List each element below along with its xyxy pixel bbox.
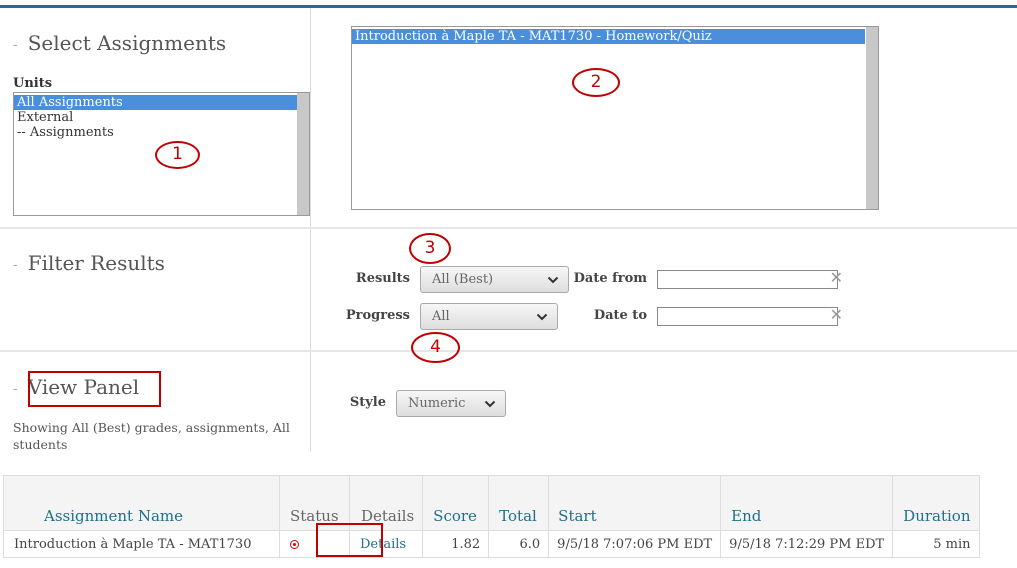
cell-start: 9/5/18 7:07:06 PM EDT — [548, 530, 722, 558]
results-select[interactable]: All (Best) — [420, 266, 569, 293]
status-icon — [290, 539, 299, 549]
table-row: Introduction à Maple TA - MAT1730 Detail… — [3, 530, 980, 558]
cell-score: 1.82 — [422, 530, 490, 558]
collapse-dash-icon: - — [13, 256, 18, 273]
view-panel-highlight — [28, 371, 161, 407]
assignments-scrollbar[interactable] — [866, 27, 878, 209]
col-end[interactable]: End — [720, 475, 894, 531]
column-divider — [310, 8, 311, 230]
section-divider — [0, 227, 1017, 229]
chevron-down-icon — [536, 313, 548, 320]
col-total[interactable]: Total — [488, 475, 550, 531]
progress-select-value: All — [432, 309, 450, 324]
col-start[interactable]: Start — [548, 475, 722, 531]
units-option[interactable]: All Assignments — [14, 95, 297, 110]
column-divider — [310, 352, 311, 452]
units-option[interactable]: -- Assignments — [14, 125, 309, 140]
collapse-dash-icon: - — [13, 36, 18, 53]
assignment-option[interactable]: Introduction à Maple TA - MAT1730 - Home… — [352, 29, 865, 44]
assignments-listbox[interactable]: Introduction à Maple TA - MAT1730 - Home… — [351, 26, 879, 210]
results-label: Results — [355, 271, 410, 286]
filter-results-heading[interactable]: - Filter Results — [13, 251, 165, 275]
results-select-value: All (Best) — [432, 272, 494, 287]
col-duration[interactable]: Duration — [892, 475, 980, 531]
select-assignments-heading[interactable]: - Select Assignments — [13, 31, 226, 55]
date-from-input[interactable]: ✕ — [657, 269, 843, 289]
date-to-label: Date to — [593, 308, 647, 323]
cell-assignment-name: Introduction à Maple TA - MAT1730 — [3, 530, 280, 558]
style-select-value: Numeric — [408, 396, 466, 411]
col-assignment-name[interactable]: Assignment Name — [3, 475, 280, 531]
chevron-down-icon — [484, 400, 496, 407]
annotation-4: 4 — [411, 332, 460, 363]
units-option[interactable]: External — [14, 110, 309, 125]
results-table: Assignment Name Status Details Score Tot… — [3, 475, 980, 558]
units-label: Units — [13, 76, 53, 91]
date-from-label: Date from — [573, 271, 647, 286]
collapse-dash-icon: - — [13, 380, 18, 397]
top-accent-bar — [0, 5, 1017, 8]
annotation-2: 2 — [572, 68, 620, 97]
clear-date-to-icon[interactable]: ✕ — [830, 306, 843, 324]
clear-date-from-icon[interactable]: ✕ — [830, 269, 843, 287]
date-to-input[interactable]: ✕ — [657, 306, 843, 326]
col-score[interactable]: Score — [422, 475, 490, 531]
style-label: Style — [349, 395, 386, 410]
progress-label: Progress — [345, 308, 410, 323]
cell-end: 9/5/18 7:12:29 PM EDT — [720, 530, 894, 558]
table-header-row: Assignment Name Status Details Score Tot… — [3, 475, 980, 531]
progress-select[interactable]: All — [420, 303, 558, 330]
annotation-1: 1 — [155, 141, 200, 169]
annotation-3: 3 — [409, 233, 451, 264]
column-divider — [310, 230, 311, 352]
cell-total: 6.0 — [488, 530, 550, 558]
chevron-down-icon — [547, 276, 559, 283]
style-select[interactable]: Numeric — [396, 390, 506, 417]
units-scrollbar[interactable] — [297, 93, 309, 215]
showing-summary: Showing All (Best) grades, assignments, … — [13, 420, 290, 452]
cell-duration: 5 min — [892, 530, 980, 558]
details-highlight — [316, 523, 383, 557]
section-divider — [0, 350, 1017, 352]
